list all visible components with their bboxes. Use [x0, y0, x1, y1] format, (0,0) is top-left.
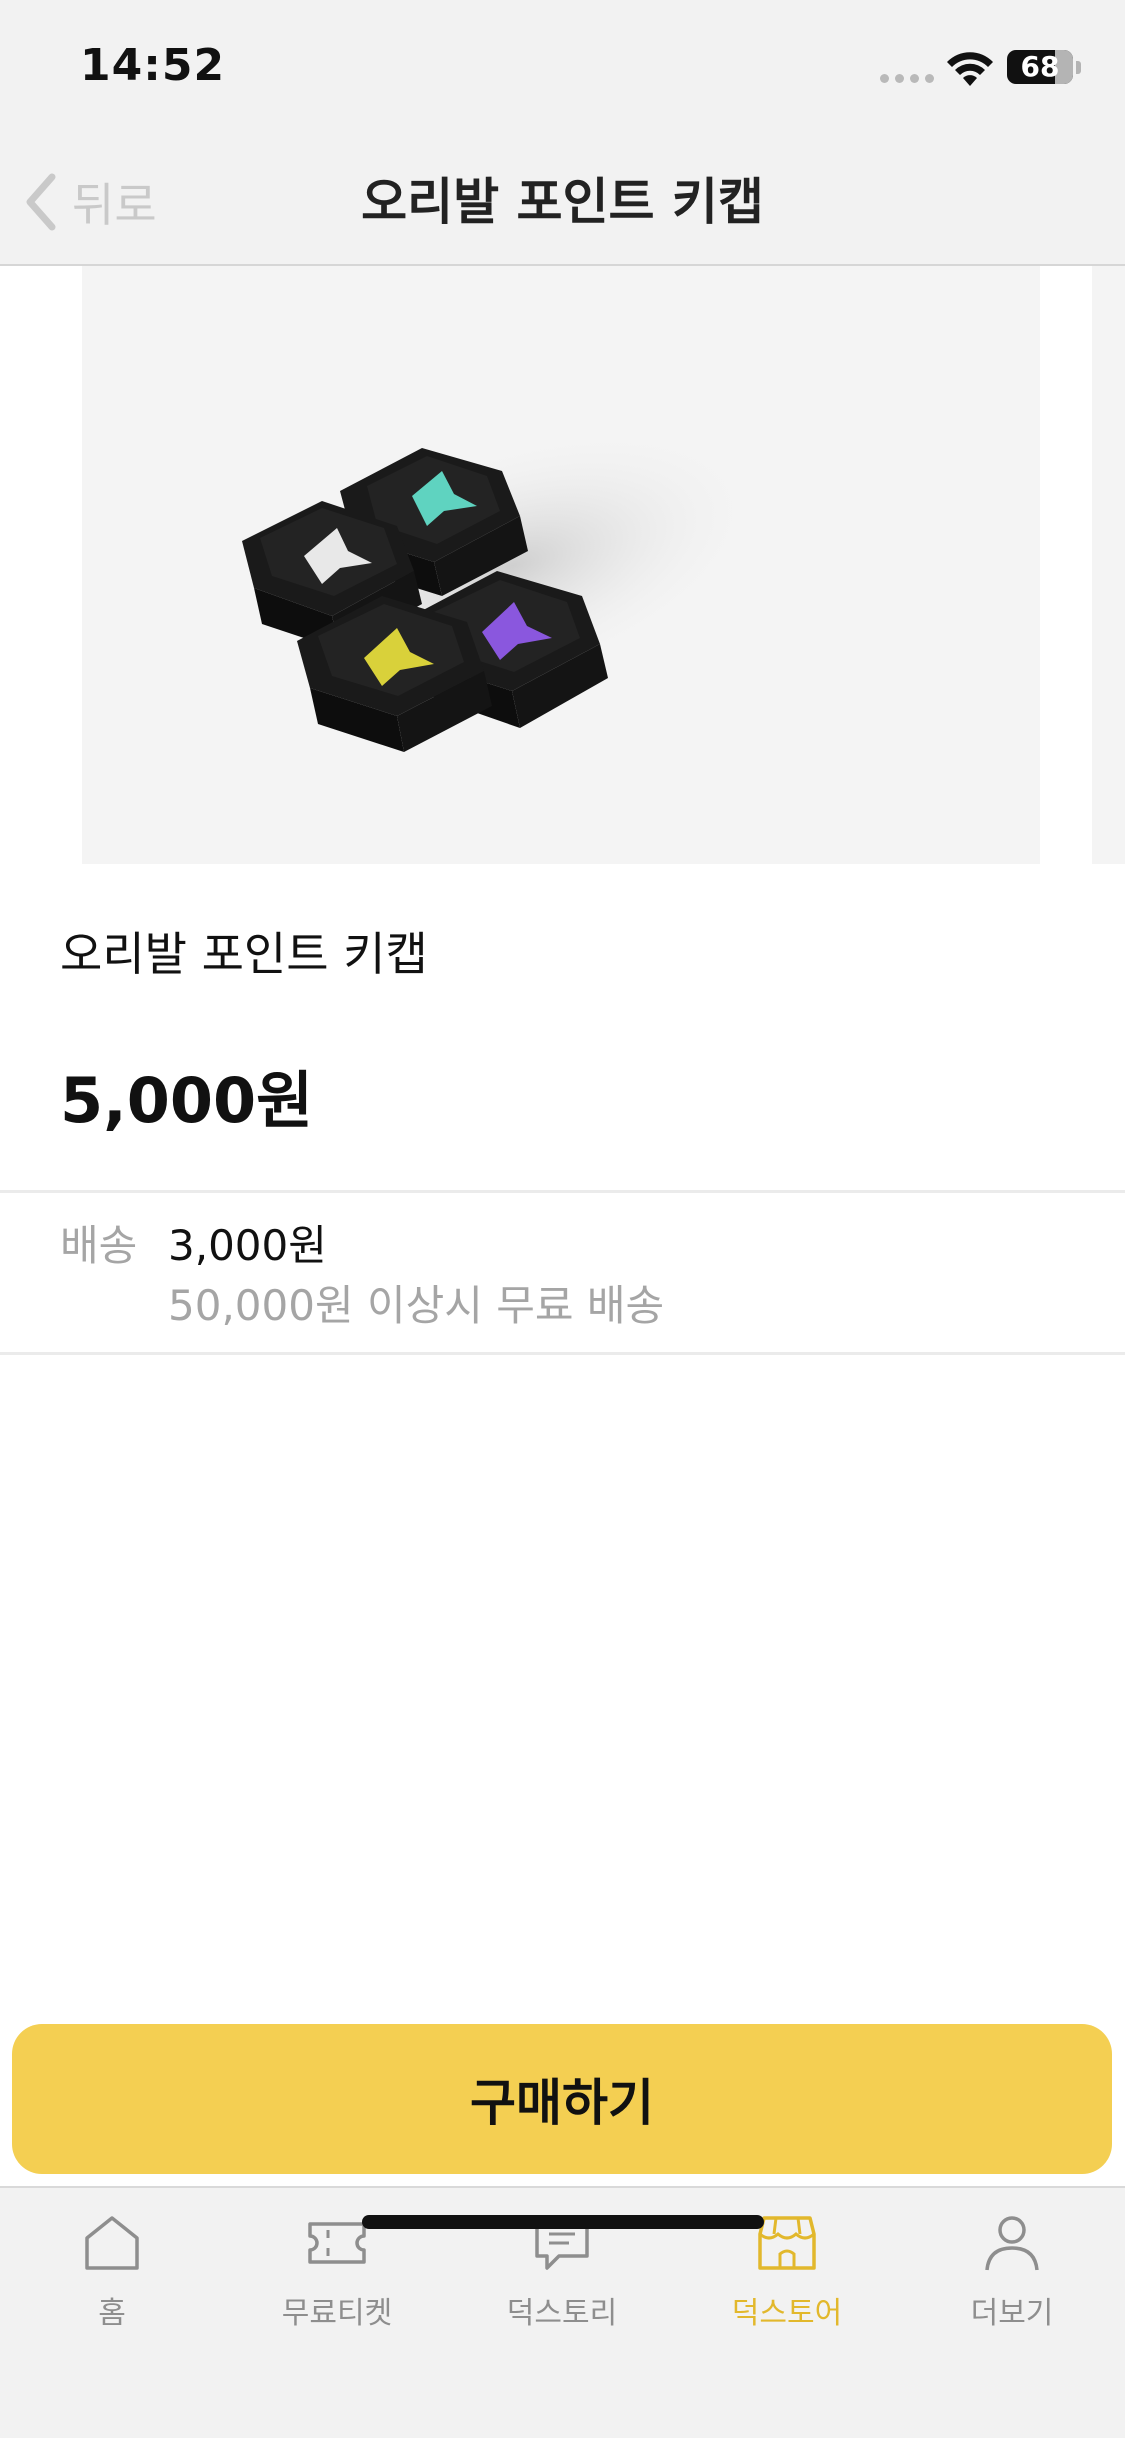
battery-cap: [1076, 61, 1081, 74]
product-price: 5,000원: [60, 1064, 314, 1137]
tab-home[interactable]: 홈: [12, 2210, 212, 2332]
navigation-bar: 뒤로 오리발 포인트 키캡: [0, 140, 1125, 266]
shipping-fee: 3,000원: [168, 1221, 327, 1270]
product-name: 오리발 포인트 키캡: [60, 927, 428, 981]
person-icon: [985, 2216, 1039, 2271]
page-title: 오리발 포인트 키캡: [361, 173, 764, 231]
product-image: [82, 266, 1040, 864]
ticket-icon: [308, 2222, 366, 2264]
tab-bar: 홈 무료티켓 덕스토리 덕스토어 더보기: [0, 2186, 1125, 2438]
product-image-carousel[interactable]: [0, 266, 1125, 864]
cellular-signal-icon: [880, 74, 934, 83]
home-icon: [85, 2216, 139, 2270]
shipping-label: 배송: [60, 1221, 138, 1270]
tab-more[interactable]: 더보기: [912, 2210, 1112, 2332]
buy-button[interactable]: 구매하기: [12, 2024, 1112, 2174]
next-image-peek[interactable]: [1092, 266, 1125, 864]
tab-label: 덕스토어: [731, 2296, 843, 2331]
home-indicator: [362, 2215, 764, 2229]
free-shipping-note: 50,000원 이상시 무료 배송: [168, 1281, 665, 1330]
wifi-icon: [947, 52, 993, 86]
status-bar: 14:52 68: [0, 0, 1125, 140]
tab-label: 덕스토리: [506, 2296, 618, 2331]
divider: [0, 1352, 1125, 1355]
keycap-illustration: [242, 426, 763, 752]
status-time: 14:52: [80, 40, 226, 91]
divider: [0, 1190, 1125, 1193]
battery-level: 68: [1020, 50, 1060, 83]
battery-icon: 68: [1007, 50, 1073, 84]
tab-label: 더보기: [970, 2296, 1054, 2331]
tab-label: 홈: [98, 2296, 126, 2331]
tab-label: 무료티켓: [281, 2296, 393, 2331]
